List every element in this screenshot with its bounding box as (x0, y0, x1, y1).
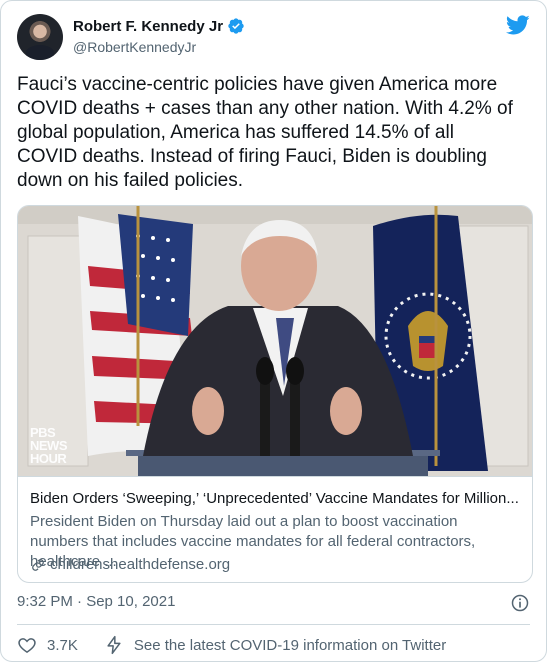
twitter-bird-icon[interactable] (505, 13, 530, 37)
card-title[interactable]: Biden Orders ‘Sweeping,’ ‘Unprecedented’… (30, 490, 520, 507)
card-domain-text[interactable]: childrenshealthdefense.org (50, 556, 230, 573)
action-bar: 3.7K See the latest COVID-19 information… (17, 633, 530, 657)
divider (17, 624, 530, 625)
press-conference-photo (18, 206, 532, 476)
link-preview-card[interactable]: PBS NEWS HOUR Biden Orders ‘Sweeping,’ ‘… (17, 205, 533, 583)
bolt-icon (104, 635, 124, 655)
tweet-card: Robert F. Kennedy Jr @RobertKennedyJr Fa… (0, 0, 547, 662)
timestamp-row: 9:32 PM · Sep 10, 2021 (17, 593, 530, 613)
tweet-text: Fauci’s vaccine-centric policies have gi… (17, 74, 513, 191)
link-icon (30, 557, 46, 573)
heart-icon[interactable] (17, 635, 37, 655)
author-name-row[interactable]: Robert F. Kennedy Jr (73, 17, 245, 35)
covid-info-link[interactable]: See the latest COVID-19 information on T… (134, 637, 446, 654)
card-text[interactable]: Biden Orders ‘Sweeping,’ ‘Unprecedented’… (18, 476, 532, 582)
avatar[interactable] (17, 14, 63, 60)
author-name[interactable]: Robert F. Kennedy Jr (73, 18, 223, 35)
author-handle[interactable]: @RobertKennedyJr (73, 39, 196, 55)
tweet-header: Robert F. Kennedy Jr @RobertKennedyJr (17, 13, 530, 61)
card-domain[interactable]: childrenshealthdefense.org (30, 556, 230, 573)
like-count[interactable]: 3.7K (47, 637, 78, 654)
verified-badge-icon (227, 17, 245, 35)
tweet-timestamp[interactable]: 9:32 PM · Sep 10, 2021 (17, 593, 175, 610)
pbs-newshour-watermark: PBS NEWS HOUR (30, 426, 88, 465)
watermark-line: HOUR (30, 451, 67, 466)
info-icon[interactable] (510, 593, 530, 613)
card-image[interactable]: PBS NEWS HOUR (18, 206, 532, 476)
